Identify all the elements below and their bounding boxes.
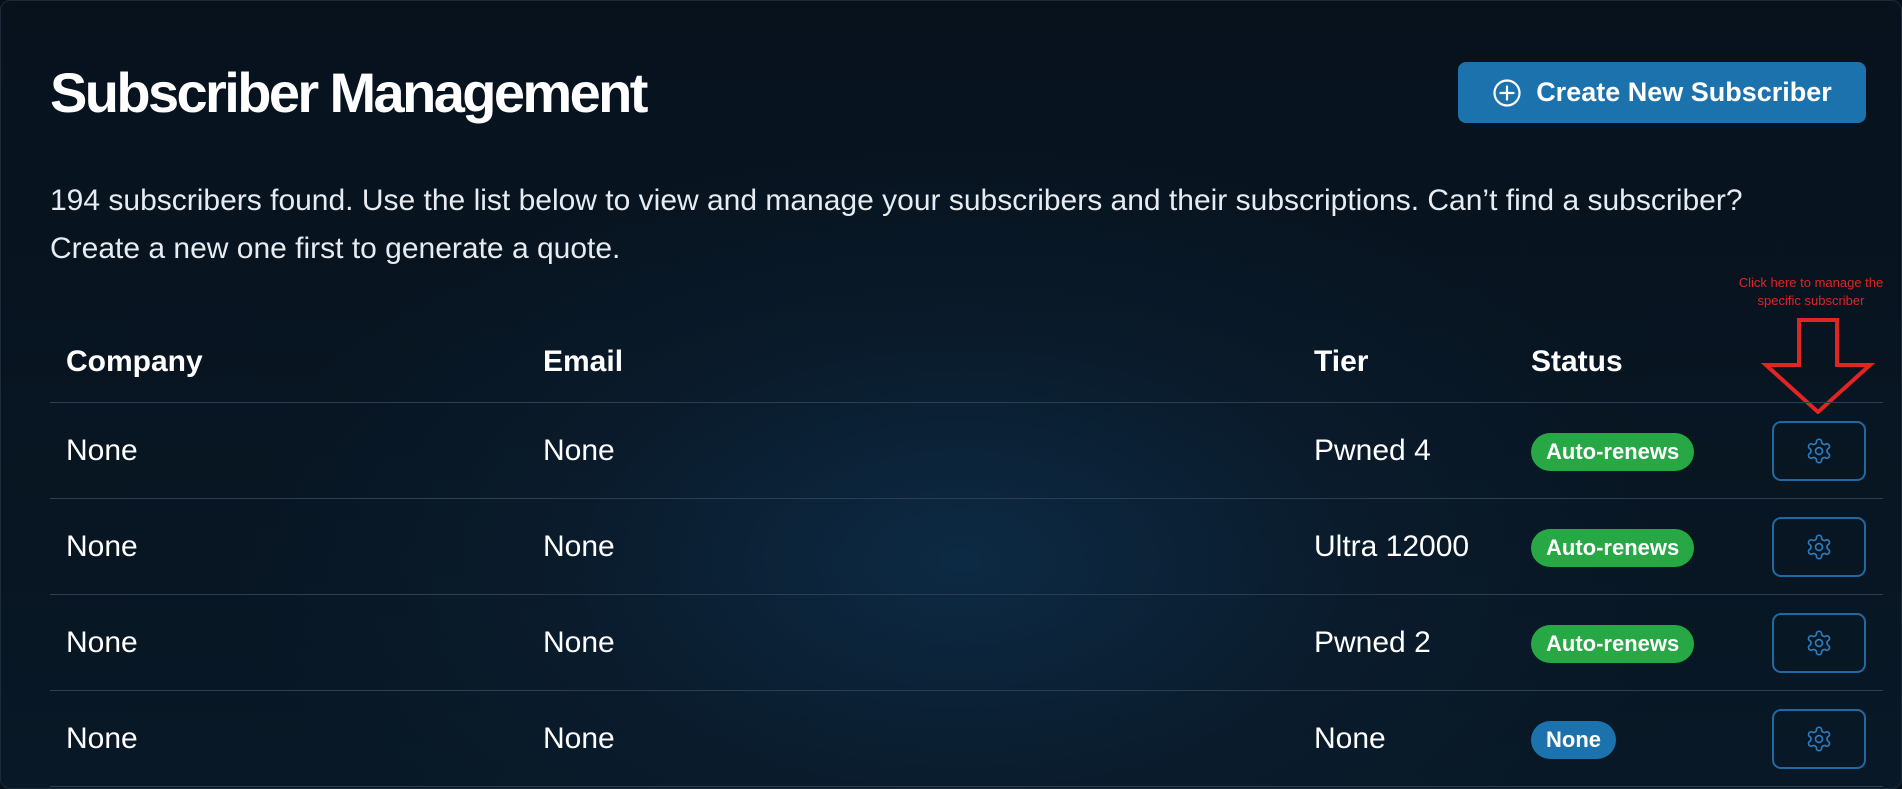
gear-icon	[1805, 437, 1833, 465]
subscriber-count-description: 194 subscribers found. Use the list belo…	[50, 184, 1743, 265]
gear-icon	[1805, 725, 1833, 753]
manage-subscriber-button[interactable]	[1772, 709, 1866, 769]
create-new-subscriber-label: Create New Subscriber	[1536, 77, 1832, 107]
status-badge: Auto-renews	[1531, 433, 1695, 471]
annotation-note: Click here to manage the specific subscr…	[1738, 275, 1884, 308]
status-badge: Auto-renews	[1531, 529, 1695, 567]
cell-tier: Pwned 4	[1314, 434, 1431, 467]
plus-circle-icon	[1492, 78, 1522, 108]
cell-email: None	[543, 626, 615, 659]
column-header-status: Status	[1531, 345, 1623, 378]
manage-subscriber-button[interactable]	[1772, 421, 1866, 481]
cell-tier: Pwned 2	[1314, 626, 1431, 659]
subscriber-table: Company Email Tier Status None None Pwne…	[50, 331, 1883, 787]
cell-email: None	[543, 722, 615, 755]
table-row: None None Pwned 2 Auto-renews	[50, 595, 1883, 691]
table-row: None None Pwned 4 Auto-renews	[50, 403, 1883, 499]
column-header-email: Email	[543, 345, 624, 378]
cell-company: None	[66, 722, 138, 755]
manage-subscriber-button[interactable]	[1772, 613, 1866, 673]
manage-subscriber-button[interactable]	[1772, 517, 1866, 577]
gear-icon	[1805, 533, 1833, 561]
column-header-company: Company	[66, 345, 203, 378]
cell-company: None	[66, 626, 138, 659]
cell-email: None	[543, 434, 615, 467]
create-new-subscriber-button[interactable]: Create New Subscriber	[1458, 62, 1866, 123]
cell-company: None	[66, 530, 138, 563]
table-row: None None None None	[50, 691, 1883, 787]
app-window: Subscriber Management Create New Subscri…	[0, 0, 1902, 789]
cell-tier: Ultra 12000	[1314, 530, 1470, 563]
page-title: Subscriber Management	[50, 61, 648, 124]
cell-email: None	[543, 530, 615, 563]
table-row: None None Ultra 12000 Auto-renews	[50, 499, 1883, 595]
table-header: Company Email Tier Status	[50, 331, 1883, 403]
status-badge: Auto-renews	[1531, 625, 1695, 663]
status-badge: None	[1531, 721, 1616, 759]
gear-icon	[1805, 629, 1833, 657]
cell-tier: None	[1314, 722, 1386, 755]
cell-company: None	[66, 434, 138, 467]
column-header-tier: Tier	[1314, 345, 1369, 378]
